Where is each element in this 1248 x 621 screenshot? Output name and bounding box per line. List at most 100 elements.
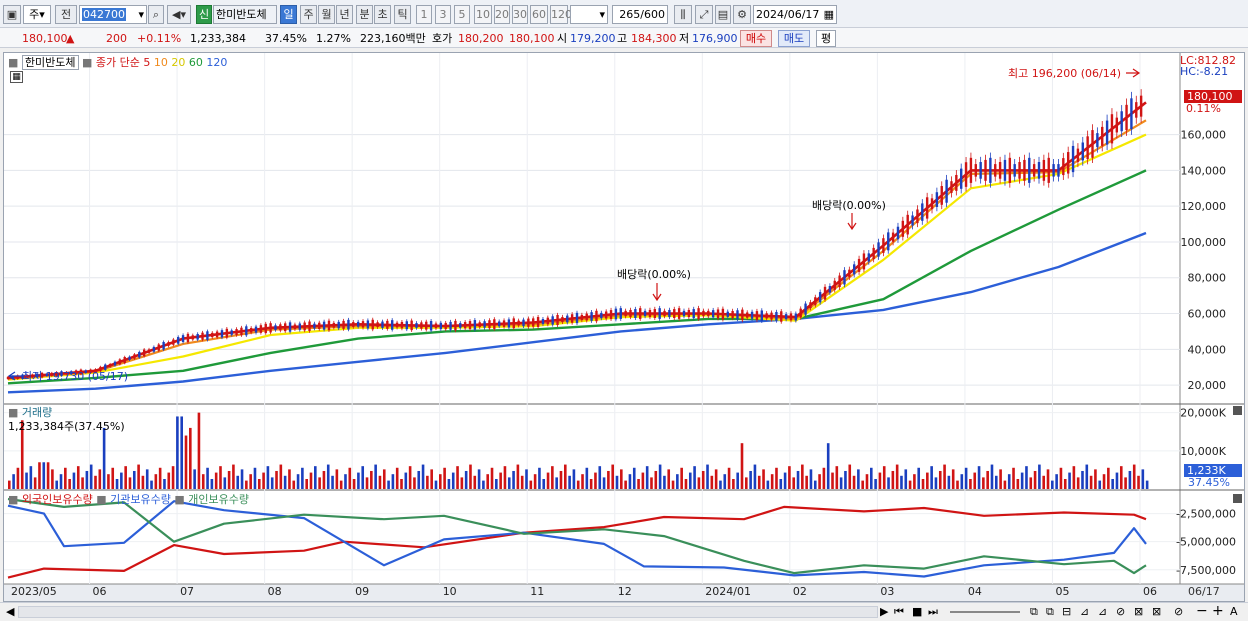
candle-body — [264, 323, 267, 334]
scroll-track[interactable] — [18, 606, 878, 618]
chart-scrollbar[interactable]: ◀ ▶ ⏮ ■ ⏭ ⧉ ⧉ ⊟ ⊿ ⊿ ⊘ ⊠ ⊠ ⊘ − + A — [0, 602, 1248, 621]
table-icon[interactable]: ▦ — [10, 71, 23, 83]
tools3-icon[interactable]: ⊿ — [1098, 605, 1107, 618]
price-chart-svg[interactable]: 160,000 140,000 120,000 100,000 80,000 60,000… — [4, 53, 1244, 601]
tools2-icon[interactable]: ⊿ — [1080, 605, 1089, 618]
y-tick-label: 40,000 — [1188, 343, 1227, 356]
window-menu-icon[interactable]: ▣ — [3, 5, 21, 24]
period-tab-2[interactable]: 월 — [318, 5, 335, 24]
unit-select[interactable]: ▾ — [570, 5, 608, 24]
y-tick-label: -7,500,000 — [1176, 564, 1236, 577]
candle-body — [240, 327, 243, 336]
zoom-out-icon[interactable]: − — [1196, 603, 1208, 619]
volume-bar — [378, 475, 382, 489]
price-legend: ■ 한미반도체 ■ 종가 단순 5 10 20 60 120 — [8, 54, 227, 70]
gear-icon[interactable]: ⚙ — [733, 5, 751, 24]
candle-body — [376, 322, 379, 328]
tools6-icon[interactable]: ⊠ — [1152, 605, 1161, 618]
volume-bar — [1042, 475, 1045, 489]
tick-button-6[interactable]: 60 — [530, 5, 548, 24]
period-tab-4[interactable]: 분 — [356, 5, 373, 24]
tick-button-2[interactable]: 5 — [454, 5, 470, 24]
sell-button[interactable]: 매도 — [778, 30, 810, 47]
candle-body — [138, 351, 141, 358]
amount-value: 223,160백만 — [360, 32, 426, 45]
candle-body — [1076, 148, 1080, 162]
scroll-right-icon[interactable]: ▶ — [880, 605, 888, 618]
stop-icon[interactable]: ■ — [912, 605, 922, 618]
layout2-icon[interactable]: ⧉ — [1046, 605, 1054, 619]
candle-body — [410, 320, 413, 331]
volume-bar — [85, 470, 89, 489]
x-tick-label: 03 — [880, 585, 894, 598]
tick-button-7[interactable]: 120 — [550, 5, 572, 24]
volume-bar — [607, 470, 610, 489]
candle-type-icon[interactable]: ⫼ — [674, 5, 692, 24]
volume-bar — [184, 435, 188, 489]
volume-bar — [426, 475, 429, 489]
search-icon[interactable]: ⌕ — [148, 5, 164, 24]
stock-code-input[interactable]: 042700 ▾ — [79, 5, 147, 24]
candle-body — [1057, 164, 1060, 177]
chart-area[interactable]: 160,000 140,000 120,000 100,000 80,000 60,000… — [3, 52, 1245, 602]
volume-close-icon[interactable] — [1233, 406, 1242, 415]
holder-close-icon[interactable] — [1233, 494, 1242, 503]
chart-bg — [4, 53, 1244, 601]
volume-bar — [977, 466, 981, 489]
tools-icon[interactable]: ⤢ — [695, 5, 713, 24]
candle-body — [196, 333, 199, 340]
period-tab-3[interactable]: 년 — [336, 5, 353, 24]
layout-icon[interactable]: ⧉ — [1030, 605, 1038, 619]
calendar-icon[interactable]: ▦ — [824, 6, 834, 23]
buy-button[interactable]: 매수 — [740, 30, 772, 47]
tick-button-3[interactable]: 10 — [474, 5, 492, 24]
text-icon[interactable]: A — [1230, 605, 1238, 618]
x-tick-label: 05 — [1055, 585, 1069, 598]
candle-body — [147, 349, 151, 353]
last-page-icon[interactable]: ⏭ — [928, 605, 938, 619]
tick-button-1[interactable]: 3 — [435, 5, 451, 24]
scroll-left-icon[interactable]: ◀ — [6, 605, 14, 618]
tick-button-5[interactable]: 30 — [512, 5, 528, 24]
volume-bar — [197, 412, 201, 489]
candle-body — [211, 332, 214, 338]
candle-body — [746, 312, 749, 318]
volume-bar — [620, 469, 623, 489]
volume-bar — [844, 470, 847, 489]
prev-button[interactable]: 전 — [55, 5, 77, 24]
legend-ma60: 60 — [188, 56, 203, 69]
tools4-icon[interactable]: ⊘ — [1116, 605, 1125, 618]
zoom-slider[interactable] — [950, 611, 1020, 613]
volume-bar — [72, 472, 76, 489]
period-tab-5[interactable]: 초 — [374, 5, 391, 24]
volume-bar — [257, 478, 261, 489]
volume-bar — [352, 478, 356, 489]
volume-bar — [180, 416, 183, 489]
volume-bar — [1141, 469, 1145, 489]
sound-icon[interactable]: ◀▾ — [167, 5, 191, 24]
eval-button[interactable]: 평 — [816, 30, 836, 47]
period-tab-1[interactable]: 주 — [300, 5, 317, 24]
tools5-icon[interactable]: ⊠ — [1134, 605, 1143, 618]
count-field[interactable]: 265/600 — [612, 5, 668, 24]
first-page-icon[interactable]: ⏮ — [894, 605, 904, 619]
volume-bar — [900, 475, 903, 489]
tools7-icon[interactable]: ⊘ — [1174, 605, 1183, 618]
volume-bar — [68, 478, 71, 489]
candle-body — [215, 331, 219, 338]
zoom-in-icon[interactable]: + — [1212, 603, 1224, 619]
volume-bar — [589, 478, 593, 489]
period-tab-6[interactable]: 틱 — [394, 5, 411, 24]
volume-bar — [986, 470, 989, 489]
tick-button-0[interactable]: 1 — [416, 5, 432, 24]
period-type-select[interactable]: 주▾ — [23, 5, 51, 24]
save-icon[interactable]: ▤ — [715, 5, 731, 24]
tick-button-4[interactable]: 20 — [494, 5, 510, 24]
layout3-icon[interactable]: ⊟ — [1062, 605, 1071, 618]
candle-body — [483, 321, 486, 328]
date-field[interactable]: 2024/06/17 ▦ — [753, 5, 837, 24]
volume-bar — [292, 480, 296, 489]
candle-body — [1115, 117, 1119, 133]
current-price: 180,100 — [22, 32, 68, 45]
period-tab-0[interactable]: 일 — [280, 5, 297, 24]
